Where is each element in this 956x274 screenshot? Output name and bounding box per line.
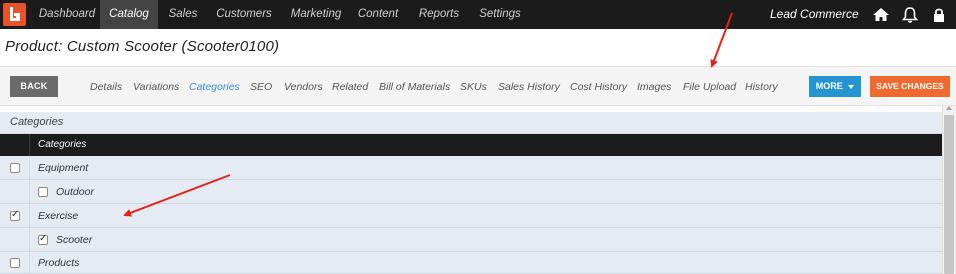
tab-images[interactable]: Images [637, 81, 671, 93]
top-navigation: Dashboard Catalog Sales Customers Market… [0, 0, 956, 29]
category-label-exercise: Exercise [38, 210, 79, 222]
tab-cost-history[interactable]: Cost History [570, 81, 627, 93]
tab-seo[interactable]: SEO [250, 81, 272, 93]
tab-details[interactable]: Details [90, 81, 122, 93]
tab-history[interactable]: History [745, 81, 778, 93]
scroll-up-arrow-icon[interactable] [946, 106, 952, 110]
tab-sales-history[interactable]: Sales History [498, 81, 560, 93]
brand-name[interactable]: Lead Commerce [770, 0, 859, 29]
select-column-header [0, 134, 30, 156]
scooter-checkbox[interactable] [38, 233, 48, 245]
scrollbar-thumb[interactable] [944, 115, 954, 274]
category-label-scooter: Scooter [56, 234, 93, 246]
categories-panel-title: Categories [10, 116, 64, 128]
more-label: MORE [815, 81, 843, 91]
category-label-outdoor: Outdoor [56, 186, 94, 198]
table-row: Products [0, 252, 942, 274]
nav-sales[interactable]: Sales [160, 0, 206, 29]
exercise-checkbox[interactable] [10, 209, 20, 221]
tab-skus[interactable]: SKUs [460, 81, 487, 93]
tab-variations[interactable]: Variations [133, 81, 179, 93]
table-row: Outdoor [0, 180, 942, 204]
lock-icon[interactable] [929, 5, 949, 25]
nav-customers[interactable]: Customers [210, 0, 278, 29]
nav-reports[interactable]: Reports [412, 0, 466, 29]
more-button[interactable]: MORE [809, 76, 861, 97]
tab-bill-of-materials[interactable]: Bill of Materials [379, 81, 450, 93]
nav-dashboard[interactable]: Dashboard [34, 0, 100, 29]
home-icon[interactable] [871, 5, 891, 25]
table-row: Exercise [0, 204, 942, 228]
tab-categories[interactable]: Categories [189, 81, 240, 93]
category-label-equipment: Equipment [38, 162, 89, 174]
categories-grid-header: Categories [0, 134, 942, 156]
tab-file-upload[interactable]: File Upload [683, 81, 736, 93]
save-changes-button[interactable]: SAVE CHANGES [870, 76, 950, 97]
table-row: Scooter [0, 228, 942, 252]
caret-down-icon [848, 84, 855, 89]
back-button[interactable]: BACK [10, 76, 58, 97]
products-checkbox[interactable] [10, 258, 20, 268]
outdoor-checkbox[interactable] [38, 187, 48, 197]
nav-marketing[interactable]: Marketing [284, 0, 348, 29]
product-toolbar: BACK Details Variations Categories SEO V… [0, 66, 956, 106]
nav-content[interactable]: Content [352, 0, 404, 29]
categories-column-header: Categories [38, 139, 87, 150]
bell-icon[interactable] [900, 5, 920, 25]
equipment-checkbox[interactable] [10, 163, 20, 173]
page-title: Product: Custom Scooter (Scooter0100) [5, 38, 280, 55]
table-row: Equipment [0, 156, 942, 180]
category-label-products: Products [38, 257, 80, 269]
tab-related[interactable]: Related [332, 81, 368, 93]
categories-panel-header: Categories [0, 112, 942, 134]
tab-vendors[interactable]: Vendors [284, 81, 323, 93]
nav-settings[interactable]: Settings [474, 0, 526, 29]
nav-catalog[interactable]: Catalog [100, 0, 158, 29]
logo-icon[interactable] [3, 3, 26, 26]
